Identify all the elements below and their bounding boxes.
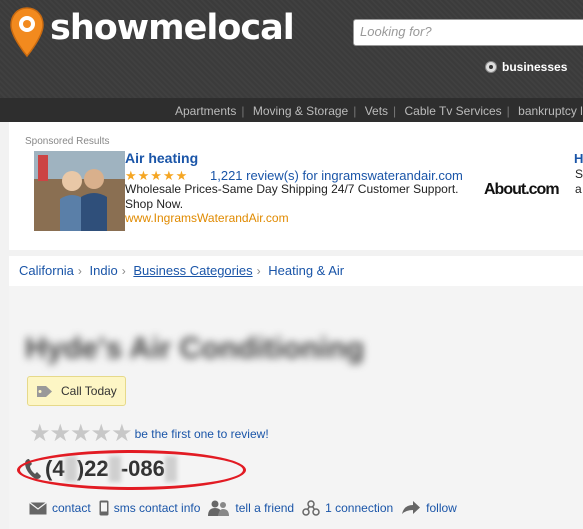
sponsored-label: Sponsored Results xyxy=(25,136,110,147)
star-rating[interactable]: ★ ★ ★ ★ ★ be the first one to review! xyxy=(29,422,269,446)
breadcrumb: California › Indio › Business Categories › … xyxy=(9,256,583,286)
ad-cutoff-text: S xyxy=(575,167,583,181)
connection-label[interactable]: 1 connection xyxy=(325,501,393,515)
call-today-label: Call Today xyxy=(61,384,117,398)
review-prompt-link[interactable]: be the first one to review! xyxy=(135,427,269,441)
breadcrumb-link[interactable]: Indio xyxy=(90,263,118,278)
sponsored-results: Sponsored Results Air heating ★★★★★ 1,22… xyxy=(9,122,583,250)
category-link[interactable]: Apartments xyxy=(175,104,236,118)
star-icon[interactable]: ★ xyxy=(50,422,72,446)
star-icon[interactable]: ★ xyxy=(70,422,92,446)
star-icon[interactable]: ★ xyxy=(111,422,133,446)
star-icon[interactable]: ★ xyxy=(91,422,113,446)
ad-cutoff-title[interactable]: H xyxy=(574,151,583,166)
follow-arrow-icon xyxy=(402,501,421,514)
tag-icon xyxy=(37,385,52,397)
ad-title-link[interactable]: Air heating xyxy=(125,150,198,166)
radio-businesses[interactable] xyxy=(485,61,497,73)
sms-action[interactable]: sms contact info xyxy=(99,500,201,516)
breadcrumb-link[interactable]: Heating & Air xyxy=(268,263,344,278)
category-link[interactable]: Cable Tv Services xyxy=(405,104,502,118)
category-link[interactable]: bankruptcy l xyxy=(518,104,583,118)
radio-businesses-label[interactable]: businesses xyxy=(502,60,567,74)
category-links: Apartments | Moving & Storage | Vets | Cabl… xyxy=(175,104,583,118)
business-listing: Hyde's Air Conditioning Call Today ★ ★ ★… xyxy=(9,286,583,529)
tell-friend-action[interactable]: tell a friend xyxy=(208,500,294,516)
connection-action[interactable]: 1 connection xyxy=(302,500,393,516)
ad-description: Wholesale Prices-Same Day Shipping 24/7 … xyxy=(125,182,459,211)
search-input[interactable]: Looking for? xyxy=(353,19,583,46)
ad-reviews-link[interactable]: 1,221 review(s) for ingramswaterandair.c… xyxy=(210,168,463,183)
contact-action[interactable]: contact xyxy=(29,501,91,515)
highlight-annotation xyxy=(17,450,246,490)
ad-url-link[interactable]: www.IngramsWaterandAir.com xyxy=(125,211,289,225)
site-logo[interactable]: showmelocal xyxy=(50,8,295,48)
breadcrumb-link[interactable]: Business Categories xyxy=(133,263,252,278)
call-today-badge[interactable]: Call Today xyxy=(27,376,126,406)
star-icon[interactable]: ★ xyxy=(29,422,51,446)
envelope-icon xyxy=(29,501,47,514)
ad-cutoff-text-2: a xyxy=(575,182,582,196)
category-link[interactable]: Moving & Storage xyxy=(253,104,348,118)
people-icon xyxy=(208,500,230,516)
contact-label[interactable]: contact xyxy=(52,501,91,515)
about-com-logo: About.com xyxy=(484,181,560,198)
ad-image[interactable] xyxy=(34,151,125,231)
search-scope: businesses Ne xyxy=(485,60,583,74)
category-link[interactable]: Vets xyxy=(365,104,388,118)
tell-friend-label[interactable]: tell a friend xyxy=(235,501,294,515)
mobile-phone-icon xyxy=(99,500,109,516)
business-name: Hyde's Air Conditioning xyxy=(25,332,365,365)
follow-label[interactable]: follow xyxy=(426,501,457,515)
breadcrumb-link[interactable]: California xyxy=(19,263,74,278)
action-bar: contact sms contact info tell a friend 1… xyxy=(29,500,465,516)
follow-action[interactable]: follow xyxy=(401,501,457,515)
location-pin-logo-icon[interactable] xyxy=(9,6,45,58)
sms-label[interactable]: sms contact info xyxy=(114,501,201,515)
connection-icon xyxy=(302,500,320,516)
